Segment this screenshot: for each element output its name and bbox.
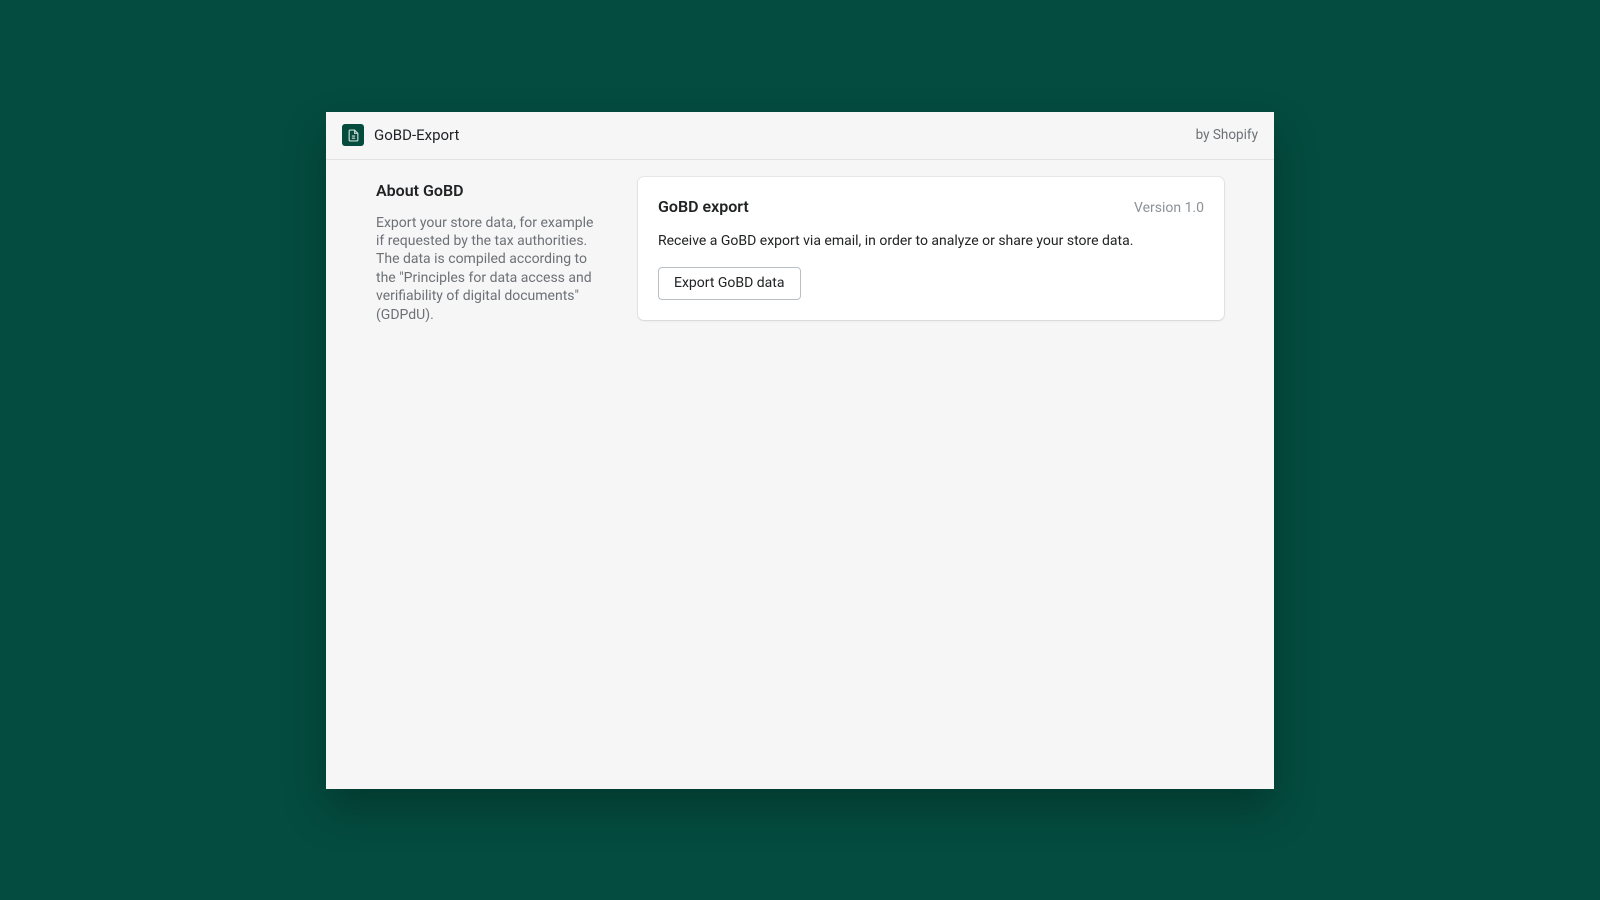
content-area: About GoBD Export your store data, for e… [326, 160, 1274, 342]
main-section: GoBD export Version 1.0 Receive a GoBD e… [638, 177, 1258, 325]
card-description: Receive a GoBD export via email, in orde… [658, 232, 1204, 252]
app-title: GoBD-Export [374, 126, 459, 144]
app-header: GoBD-Export by Shopify [326, 112, 1274, 160]
card-version: Version 1.0 [1134, 200, 1204, 216]
export-card: GoBD export Version 1.0 Receive a GoBD e… [638, 177, 1224, 321]
header-left: GoBD-Export [342, 124, 459, 146]
about-title: About GoBD [376, 181, 604, 200]
app-icon [342, 124, 364, 146]
header-byline: by Shopify [1196, 127, 1258, 143]
export-button[interactable]: Export GoBD data [658, 267, 801, 300]
card-title: GoBD export [658, 197, 749, 216]
card-header: GoBD export Version 1.0 [658, 197, 1204, 216]
about-description: Export your store data, for example if r… [376, 214, 604, 325]
about-section: About GoBD Export your store data, for e… [342, 177, 604, 325]
app-window: GoBD-Export by Shopify About GoBD Export… [326, 112, 1274, 789]
document-icon [347, 129, 360, 142]
